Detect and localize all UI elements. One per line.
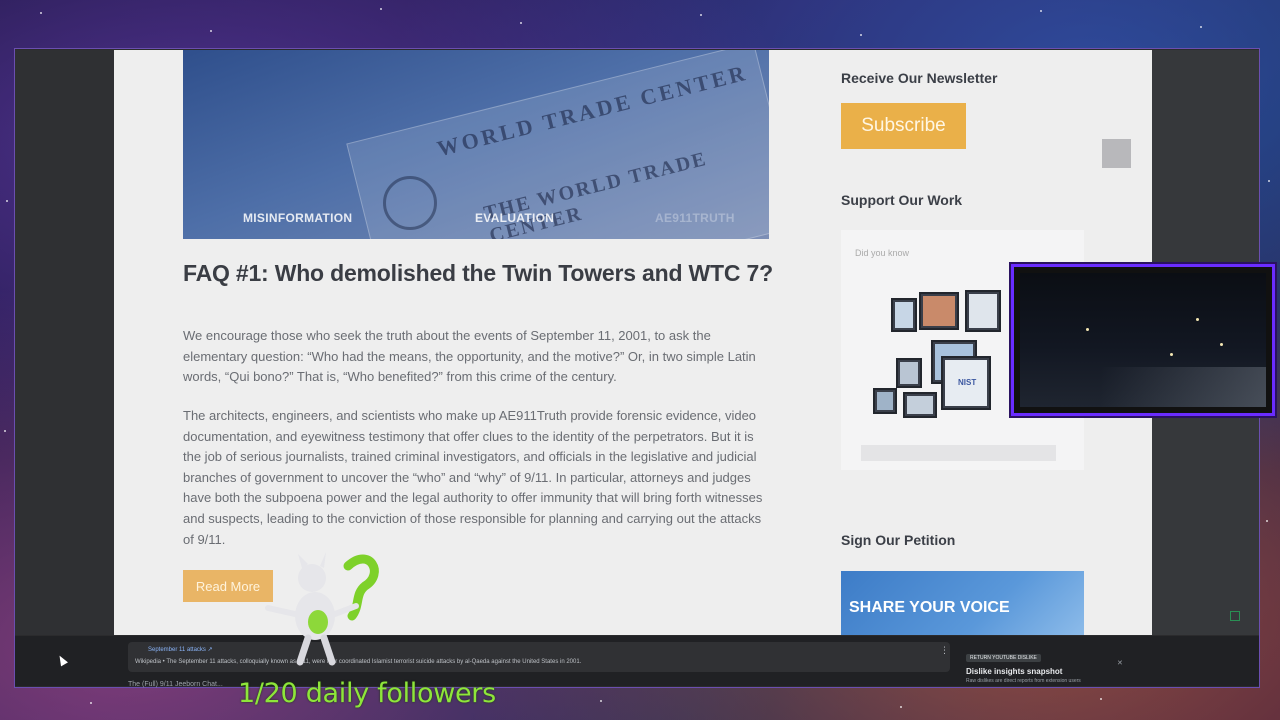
wikipedia-card[interactable] — [128, 642, 950, 672]
article-paragraph-1: We encourage those who seek the truth ab… — [183, 328, 756, 385]
support-hint: Did you know — [855, 248, 910, 258]
scroll-to-top-button[interactable] — [1102, 139, 1131, 168]
street-light — [1196, 318, 1199, 321]
road-scene — [1100, 367, 1266, 407]
tag-evaluation[interactable]: EVALUATION — [475, 211, 554, 225]
mewtwo-mascot-sprite — [265, 552, 379, 666]
device-laptop-icon: NIST — [941, 356, 991, 410]
device-tablet-icon — [965, 290, 1001, 332]
newsletter-heading: Receive Our Newsletter — [841, 70, 998, 86]
hero-image[interactable]: WORLD TRADE CENTER THE WORLD TRADE CENTE… — [183, 50, 769, 239]
device-phone-icon — [896, 358, 922, 388]
status-indicator-icon — [1230, 611, 1240, 621]
dislike-extension-badge: RETURN YOUTUBE DISLIKE — [966, 654, 1041, 662]
subscribe-button[interactable]: Subscribe — [841, 103, 966, 149]
device-tablet-icon — [891, 298, 917, 332]
more-options-icon[interactable]: ⋮ — [940, 645, 949, 656]
video-title[interactable]: The (Full) 9/11 Jeeborn Chat... — [128, 681, 223, 688]
daily-followers-counter: 1/20 daily followers — [238, 678, 496, 709]
category-tags: MISINFORMATION EVALUATION AE911TRUTH — [183, 211, 769, 229]
street-light — [1220, 343, 1223, 346]
left-gutter — [15, 50, 114, 635]
tag-misinformation[interactable]: MISINFORMATION — [243, 211, 352, 225]
webcam-overlay — [1011, 264, 1275, 416]
dislike-snapshot-title: Dislike insights snapshot — [966, 667, 1063, 676]
support-progress-bar — [861, 445, 1056, 461]
wikipedia-link[interactable]: September 11 attacks ↗ — [148, 646, 213, 653]
device-tablet-icon — [903, 392, 937, 418]
webcam-video — [1020, 273, 1266, 407]
article-title[interactable]: FAQ #1: Who demolished the Twin Towers a… — [183, 260, 783, 287]
support-heading: Support Our Work — [841, 192, 963, 208]
device-tablet-icon — [919, 292, 959, 330]
petition-heading: Sign Our Petition — [841, 532, 956, 548]
device-phone-icon — [873, 388, 897, 414]
street-light — [1086, 328, 1089, 331]
article-paragraph-2: The architects, engineers, and scientist… — [183, 408, 763, 547]
nist-label: NIST — [958, 378, 977, 387]
petition-banner[interactable]: SHARE YOUR VOICE — [841, 571, 1084, 635]
tag-ae911truth[interactable]: AE911TRUTH — [655, 211, 735, 225]
close-icon[interactable]: ✕ — [1117, 659, 1123, 667]
street-light — [1170, 353, 1173, 356]
dislike-snapshot-subtitle: Raw dislikes are direct reports from ext… — [966, 678, 1081, 684]
